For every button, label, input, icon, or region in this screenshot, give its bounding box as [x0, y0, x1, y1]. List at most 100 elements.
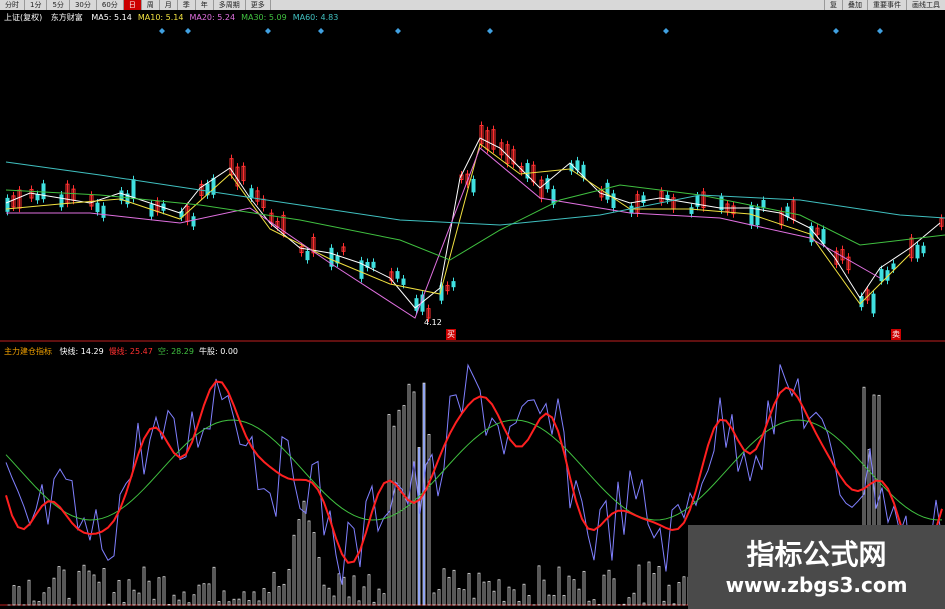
indicator-bar: [312, 532, 316, 606]
candle-body: [35, 194, 40, 201]
indicator-bar: [332, 595, 336, 606]
indicator-bar: [512, 589, 516, 606]
indicator-bar: [237, 598, 241, 606]
indicator-bar: [642, 602, 646, 606]
indicator-bar: [292, 534, 296, 606]
indicator-bar: [147, 580, 151, 606]
candle-body: [395, 271, 400, 279]
event-diamond-icon: [159, 28, 165, 34]
indicator-bar: [17, 586, 21, 606]
candle-body: [761, 200, 766, 209]
candle-body: [871, 293, 876, 314]
event-diamond-icon: [395, 28, 401, 34]
indicator-bar: [347, 596, 351, 606]
indicator-bar: [297, 519, 301, 606]
indicator-bar: [647, 561, 651, 606]
indicator-bar: [152, 598, 156, 606]
candle-body: [95, 202, 100, 213]
indicator-bar: [462, 589, 466, 606]
indicator-legend-item-3: 牛股: 0.00: [198, 347, 239, 356]
indicator-bar: [437, 589, 441, 606]
indicator-bar: [502, 600, 506, 606]
buy-marker: 买: [446, 329, 456, 340]
indicator-bar: [107, 603, 111, 606]
indicator-bar: [27, 579, 31, 606]
indicator-bar: [607, 569, 611, 606]
indicator-bar: [367, 574, 371, 606]
indicator-bar: [412, 391, 416, 606]
indicator-bar: [187, 602, 191, 606]
indicator-bar: [432, 592, 436, 606]
indicator-bar: [262, 588, 266, 606]
indicator-bar: [477, 572, 481, 606]
indicator-bar: [522, 583, 526, 606]
candle-body: [191, 216, 196, 227]
indicator-bar: [142, 566, 146, 606]
indicator-bar: [47, 587, 51, 606]
indicator-bar: [252, 591, 256, 606]
indicator-bar: [552, 594, 556, 606]
candle-body: [611, 193, 616, 209]
indicator-bar: [177, 599, 181, 606]
event-diamond-icon: [185, 28, 191, 34]
indicator-bar: [62, 569, 66, 606]
indicator-bar: [337, 573, 341, 606]
indicator-bar: [277, 586, 281, 606]
candle-body: [575, 160, 580, 171]
indicator-bar: [217, 601, 221, 606]
indicator-bar: [77, 570, 81, 606]
candle-body: [305, 250, 310, 261]
indicator-bar: [57, 566, 61, 606]
indicator-bar: [402, 405, 406, 606]
indicator-bar: [487, 580, 491, 606]
indicator-bar: [222, 590, 226, 606]
indicator-bar: [652, 573, 656, 606]
indicator-bar: [672, 603, 676, 606]
candle-body: [551, 189, 556, 205]
candle-body: [59, 194, 64, 208]
indicator-bar: [562, 594, 566, 606]
indicator-bar: [457, 588, 461, 606]
sell-marker: 卖: [891, 329, 901, 340]
indicator-bar: [527, 595, 531, 606]
watermark-title: 指标公式网: [746, 538, 887, 571]
candle-body: [921, 245, 926, 254]
indicator-bar: [157, 577, 161, 606]
indicator-bar: [397, 409, 401, 606]
indicator-bar: [577, 588, 581, 606]
indicator-bar: [452, 569, 456, 606]
indicator-bar: [282, 583, 286, 606]
ma10-line: [5, 143, 911, 305]
indicator-bar: [322, 584, 326, 606]
indicator-bar: [317, 557, 321, 606]
indicator-bar: [127, 579, 131, 606]
indicator-bar: [627, 597, 631, 606]
indicator-bar: [482, 581, 486, 606]
watermark-url: www.zbgs3.com: [725, 573, 908, 597]
indicator-bar: [207, 583, 211, 606]
indicator-bar: [247, 600, 251, 606]
indicator-bar: [547, 594, 551, 606]
indicator-bar: [97, 581, 101, 606]
indicator-bar: [497, 579, 501, 606]
indicator-bar: [587, 600, 591, 606]
candle-body: [821, 229, 826, 244]
candle-body: [471, 178, 476, 193]
indicator-bar: [357, 600, 361, 606]
candle-body: [891, 263, 896, 270]
indicator-bar: [257, 600, 261, 606]
indicator-bar: [472, 597, 476, 606]
indicator-bar: [192, 594, 196, 606]
candle-body: [879, 269, 884, 282]
indicator-bar: [87, 570, 91, 606]
indicator-bar: [507, 586, 511, 606]
indicator-bar: [597, 604, 601, 606]
indicator-bar: [342, 576, 346, 606]
indicator-bar: [677, 582, 681, 606]
event-diamond-icon: [318, 28, 324, 34]
candle-body: [371, 261, 376, 268]
indicator-bar: [572, 579, 576, 606]
ma60-line: [5, 161, 945, 226]
indicator-bar: [637, 564, 641, 606]
indicator-bar: [52, 577, 56, 606]
